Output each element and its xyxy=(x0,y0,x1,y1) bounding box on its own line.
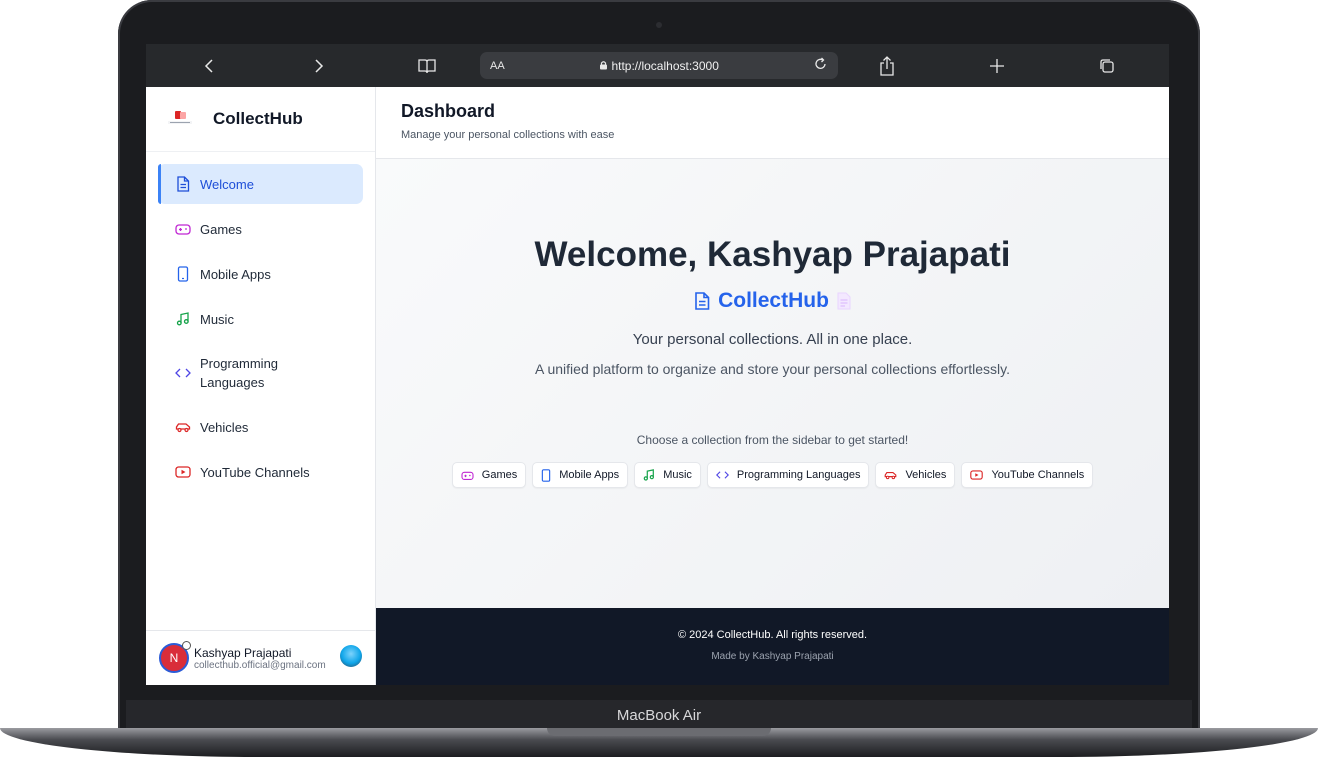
sidebar-item-vehicles[interactable]: Vehicles xyxy=(158,407,363,447)
browser-toolbar: AA http://localhost:3000 xyxy=(146,44,1169,87)
sidebar-item-welcome[interactable]: Welcome xyxy=(158,164,363,204)
phone-icon xyxy=(175,266,191,282)
code-icon xyxy=(715,471,729,479)
sidebar-item-label: Mobile Apps xyxy=(200,266,271,282)
sidebar-item-label: Programming Languages xyxy=(200,356,279,390)
document-icon xyxy=(175,176,191,192)
sidebar-item-label: YouTube Channels xyxy=(200,464,310,480)
sidebar-item-label: Games xyxy=(200,221,242,237)
page-header: Dashboard Manage your personal collectio… xyxy=(376,87,1169,159)
brand-name: CollectHub xyxy=(213,109,303,128)
sidebar: CollectHub Welcome Games Mobile Apps Mus… xyxy=(146,87,376,685)
page-footer: © 2024 CollectHub. All rights reserved. … xyxy=(376,608,1169,685)
chip-label: Programming Languages xyxy=(736,469,861,481)
sidebar-item-label: Vehicles xyxy=(200,419,249,435)
document-icon xyxy=(695,292,710,310)
avatar-initial: N xyxy=(169,651,179,665)
url-text: http://localhost:3000 xyxy=(480,59,838,73)
sidebar-item-programming-languages[interactable]: Programming Languages xyxy=(158,344,363,402)
chip-mobile-apps[interactable]: Mobile Apps xyxy=(532,462,629,488)
phone-icon xyxy=(542,468,551,482)
gamepad-icon xyxy=(461,471,474,480)
car-icon xyxy=(885,471,897,480)
page-subtitle: Manage your personal collections with ea… xyxy=(401,129,615,141)
new-tab-icon[interactable] xyxy=(982,44,1012,87)
collecthub-logo xyxy=(166,110,194,128)
code-icon xyxy=(175,365,191,381)
sidebar-item-games[interactable]: Games xyxy=(158,209,363,249)
gamepad-icon xyxy=(175,221,191,237)
avatar[interactable]: N xyxy=(159,641,191,673)
page-emoji-icon xyxy=(837,292,851,310)
sidebar-brand[interactable]: CollectHub xyxy=(146,87,375,152)
youtube-icon xyxy=(175,464,191,480)
app: CollectHub Welcome Games Mobile Apps Mus… xyxy=(146,87,1169,685)
chip-label: Mobile Apps xyxy=(559,469,620,481)
reload-icon[interactable] xyxy=(814,57,828,74)
camera xyxy=(656,22,662,28)
welcome-heading: Welcome, Kashyap Prajapati xyxy=(534,235,1011,274)
welcome-content: Welcome, Kashyap Prajapati CollectHub Yo… xyxy=(376,159,1169,608)
chip-youtube-channels[interactable]: YouTube Channels xyxy=(961,462,1094,488)
device-label: MacBook Air xyxy=(616,707,702,724)
main-panel: Dashboard Manage your personal collectio… xyxy=(376,87,1169,685)
chip-music[interactable]: Music xyxy=(634,462,701,488)
sidebar-item-mobile-apps[interactable]: Mobile Apps xyxy=(158,254,363,294)
footer-copyright: © 2024 CollectHub. All rights reserved. xyxy=(677,629,868,641)
address-bar[interactable]: AA http://localhost:3000 xyxy=(480,52,838,79)
chip-vehicles[interactable]: Vehicles xyxy=(875,462,956,488)
chip-label: Vehicles xyxy=(905,469,947,481)
lock-icon xyxy=(600,60,608,69)
url-value: http://localhost:3000 xyxy=(611,58,719,73)
profile-name: Kashyap Prajapati xyxy=(194,645,292,660)
forward-icon[interactable] xyxy=(304,44,334,87)
profile-text: Kashyap Prajapati collecthub.official@gm… xyxy=(194,646,326,671)
screen: AA http://localhost:3000 CollectHub Welc… xyxy=(146,44,1169,685)
chip-label: Games xyxy=(481,469,518,481)
status-dot xyxy=(182,641,191,650)
description: A unified platform to organize and store… xyxy=(535,361,1010,377)
chip-label: YouTube Channels xyxy=(991,469,1085,481)
car-icon xyxy=(175,419,191,435)
subbrand: CollectHub xyxy=(376,289,1169,313)
profile-email: collecthub.official@gmail.com xyxy=(194,659,326,671)
laptop-notch xyxy=(547,728,771,736)
sidebar-item-label: Music xyxy=(200,311,234,327)
chip-programming-languages[interactable]: Programming Languages xyxy=(706,462,870,488)
sidebar-item-music[interactable]: Music xyxy=(158,299,363,339)
book-icon[interactable] xyxy=(412,44,442,87)
footer-made-by: Made by Kashyap Prajapati xyxy=(711,651,834,662)
music-icon xyxy=(643,469,655,481)
user-profile[interactable]: N Kashyap Prajapati collecthub.official@… xyxy=(146,630,375,685)
sidebar-nav: Welcome Games Mobile Apps Music Programm… xyxy=(146,152,375,492)
tagline: Your personal collections. All in one pl… xyxy=(632,331,913,348)
sidebar-item-youtube-channels[interactable]: YouTube Channels xyxy=(158,452,363,492)
music-icon xyxy=(175,311,191,327)
profile-photo[interactable] xyxy=(340,645,362,667)
share-icon[interactable] xyxy=(872,44,902,87)
back-icon[interactable] xyxy=(194,44,224,87)
chip-label: Music xyxy=(663,469,692,481)
collection-chips: Games Mobile Apps Music Programming Lang… xyxy=(376,462,1169,488)
choose-prompt: Choose a collection from the sidebar to … xyxy=(636,433,909,447)
sidebar-item-label: Welcome xyxy=(200,176,254,192)
subbrand-name: CollectHub xyxy=(718,289,829,312)
chip-games[interactable]: Games xyxy=(451,462,527,488)
tabs-icon[interactable] xyxy=(1092,44,1122,87)
page-title: Dashboard xyxy=(401,101,496,121)
youtube-icon xyxy=(970,470,984,480)
